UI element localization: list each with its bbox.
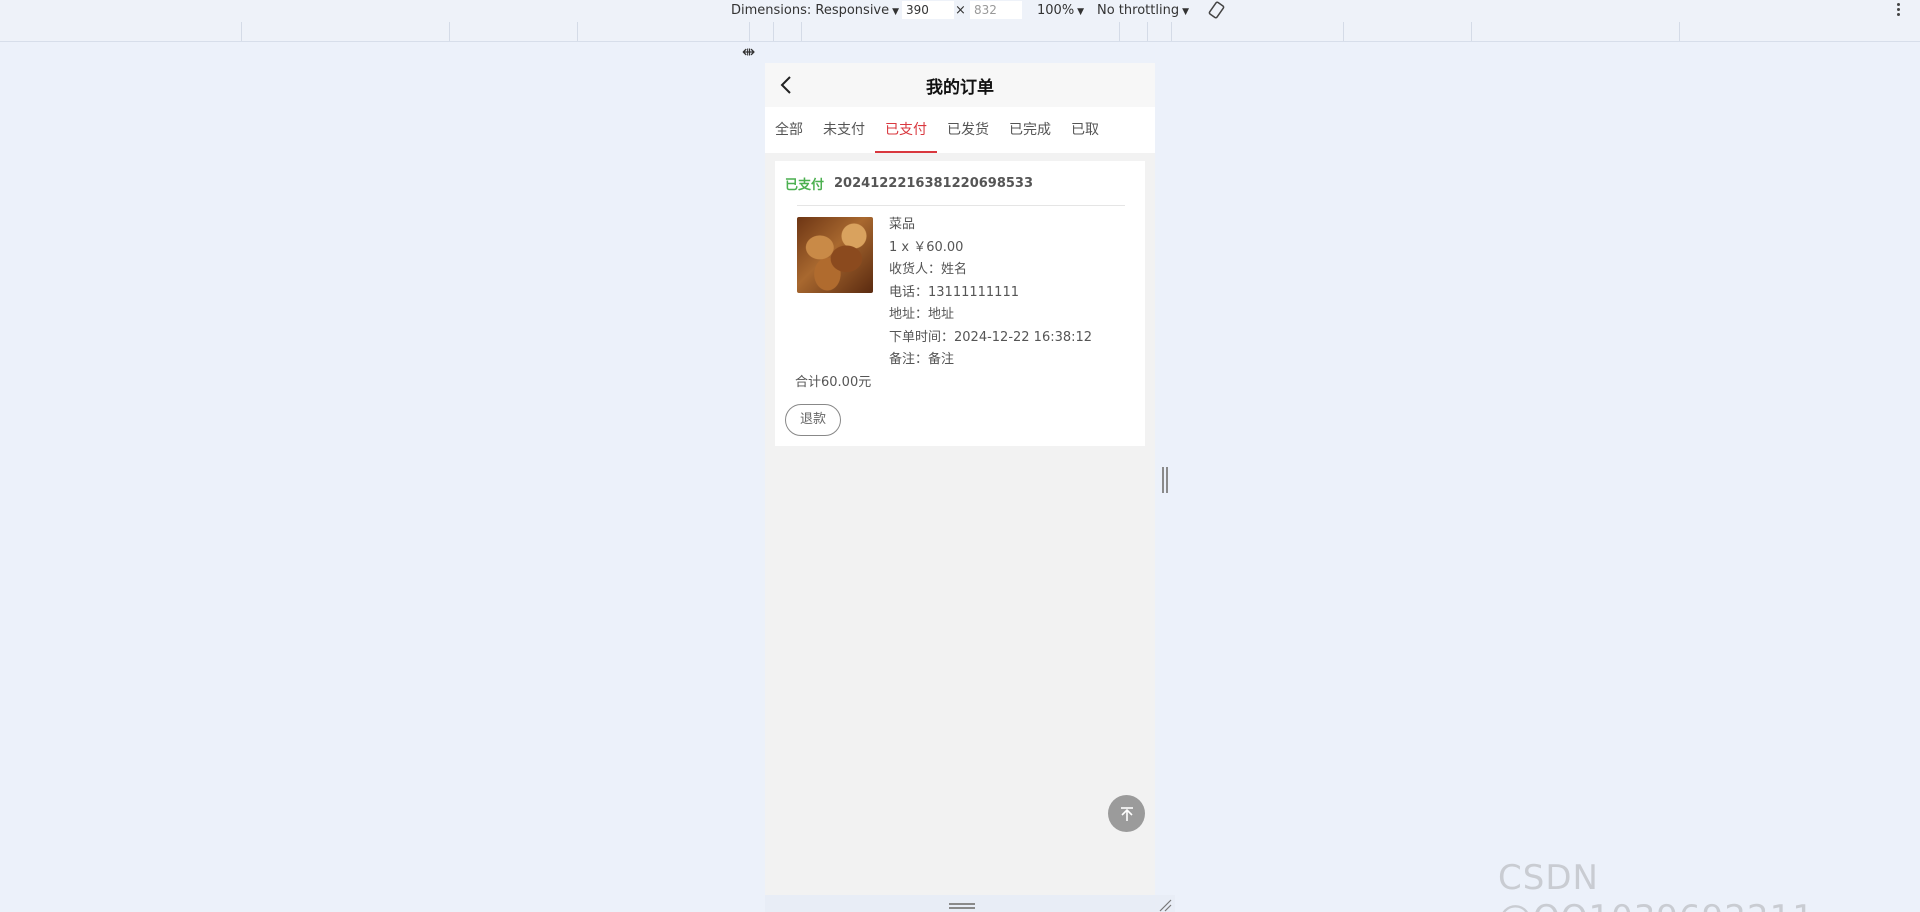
tab-paid[interactable]: 已支付	[875, 107, 937, 153]
arrow-up-icon	[1120, 806, 1133, 821]
order-body: 菜品 1 x ￥60.00 收货人：姓名 电话：13111111111 地址：地…	[785, 214, 1135, 372]
devtools-toolbar: Dimensions: Responsive ▼ 390 × 832 100% ▼ …	[0, 0, 1920, 21]
device-viewport: 我的订单 全部 未支付 已支付 已发货 已完成 已取 已支付 202412221…	[765, 63, 1155, 895]
order-status: 已支付	[785, 177, 825, 193]
zoom-label: 100%	[1037, 3, 1075, 18]
caret-down-icon: ▼	[1182, 7, 1189, 17]
remark: 备注：备注	[889, 352, 955, 367]
ruler-tick[interactable]	[1171, 22, 1172, 41]
order-card[interactable]: 已支付 20241222163812206985​33 菜品 1 x ￥60.0…	[775, 161, 1145, 446]
bottom-resize-handle[interactable]	[949, 903, 975, 909]
caret-down-icon: ▼	[1077, 7, 1085, 17]
order-total: 合计60.00元	[795, 374, 872, 390]
dimensions-label: Dimensions: Responsive	[731, 3, 890, 18]
order-number: 20241222163812206985​33	[834, 175, 1034, 191]
order-list: 已支付 20241222163812206985​33 菜品 1 x ￥60.0…	[765, 153, 1155, 454]
product-image[interactable]	[797, 217, 873, 293]
refund-button[interactable]: 退款	[785, 403, 842, 436]
width-input[interactable]: 390	[902, 1, 954, 19]
divider	[797, 205, 1125, 206]
order-details: 菜品 1 x ￥60.00 收货人：姓名 电话：13111111111 地址：地…	[889, 214, 1092, 372]
ruler-tick[interactable]	[1471, 22, 1472, 41]
height-input[interactable]: 832	[970, 1, 1022, 19]
ruler-tick[interactable]	[801, 22, 802, 41]
times-symbol: ×	[955, 3, 966, 18]
corner-resize-icon[interactable]	[1158, 898, 1172, 912]
address: 地址：地址	[889, 307, 955, 322]
ruler-tick[interactable]	[577, 22, 578, 41]
ruler-tick[interactable]	[749, 22, 750, 41]
order-tabs: 全部 未支付 已支付 已发货 已完成 已取	[765, 107, 1155, 153]
app-header: 我的订单	[765, 63, 1155, 107]
order-header: 已支付 20241222163812206985​33	[785, 171, 1135, 195]
viewport-scrollbar[interactable]	[1155, 154, 1175, 895]
back-to-top-button[interactable]	[1108, 795, 1145, 832]
page-title: 我的订单	[926, 77, 994, 98]
ruler-tick[interactable]	[241, 22, 242, 41]
ruler-tick[interactable]	[1343, 22, 1344, 41]
tab-all[interactable]: 全部	[765, 107, 813, 153]
tab-unpaid[interactable]: 未支付	[813, 107, 875, 153]
watermark: CSDN @QQ1039692211	[1498, 858, 1814, 912]
rotate-icon[interactable]	[1207, 1, 1226, 19]
media-query-ruler	[0, 21, 1920, 42]
dimensions-dropdown[interactable]: Dimensions: Responsive ▼	[731, 2, 899, 19]
order-time: 下单时间：2024-12-22 16:38:12	[889, 329, 1093, 345]
receiver: 收货人：姓名	[889, 262, 968, 277]
tab-shipped[interactable]: 已发货	[937, 107, 999, 153]
tab-cancelled[interactable]: 已取	[1061, 107, 1109, 153]
back-icon[interactable]	[777, 73, 797, 97]
resize-arrows-icon[interactable]: ⇼	[742, 42, 755, 61]
more-options-icon[interactable]	[1893, 2, 1903, 18]
ruler-tick[interactable]	[1679, 22, 1680, 41]
quantity-price: 1 x ￥60.00	[889, 239, 964, 255]
phone: 电话：13111111111	[889, 284, 1019, 300]
side-resize-handle[interactable]	[1162, 467, 1168, 493]
throttling-label: No throttling	[1097, 3, 1180, 18]
ruler-tick[interactable]	[773, 22, 774, 41]
throttling-dropdown[interactable]: No throttling ▼	[1097, 2, 1189, 19]
ruler-tick[interactable]	[449, 22, 450, 41]
ruler-tick[interactable]	[1147, 22, 1148, 41]
tab-completed[interactable]: 已完成	[999, 107, 1061, 153]
caret-down-icon: ▼	[892, 7, 900, 17]
zoom-dropdown[interactable]: 100% ▼	[1037, 2, 1084, 19]
product-name: 菜品	[889, 217, 916, 232]
ruler-tick[interactable]	[1119, 22, 1120, 41]
